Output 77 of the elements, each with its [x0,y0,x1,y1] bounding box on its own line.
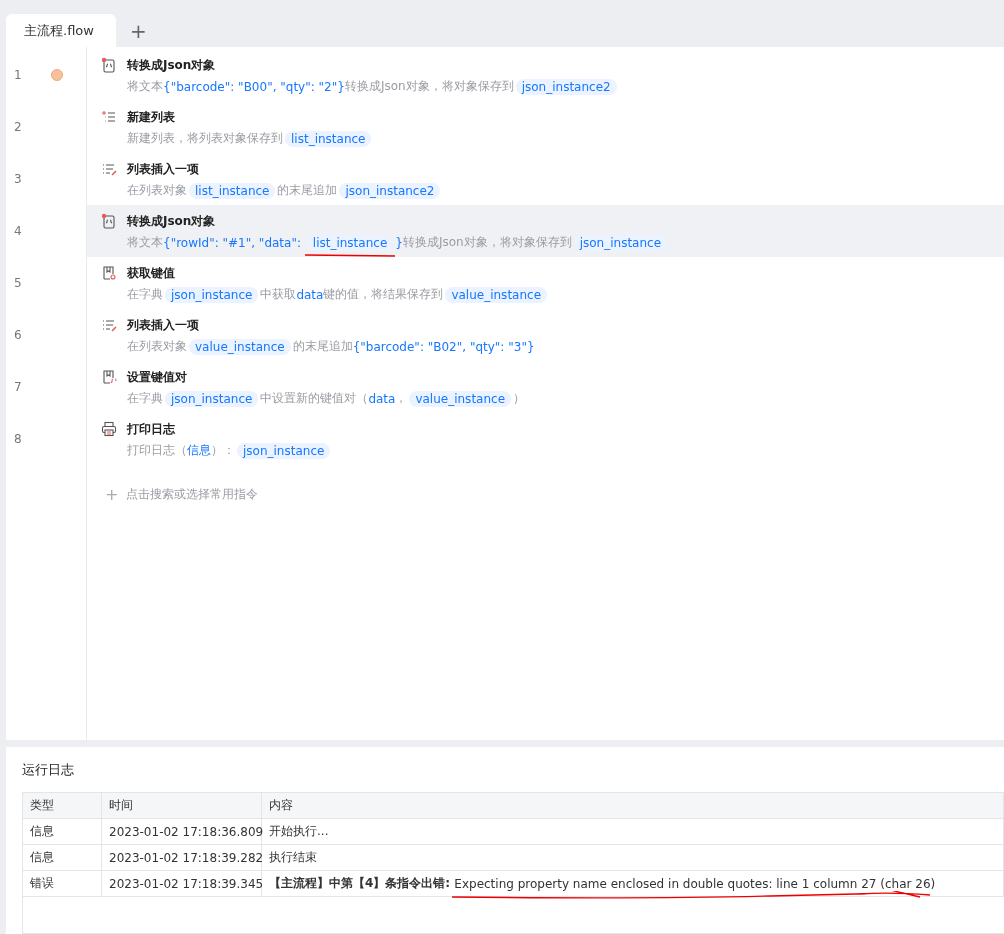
description-text: 打印日志（ [127,442,187,460]
variable-tag: json_instance [165,390,259,407]
variable-tag: json_instance2 [339,182,441,199]
variable-tag: value_instance [189,338,291,355]
line-number: 8 [13,432,23,447]
description-text: 在列表对象 [127,182,187,200]
step-title: 打印日志 [127,421,176,439]
description-text: 在字典 [127,286,163,304]
variable-tag: json_instance [165,286,259,303]
step-title: 转换成Json对象 [127,213,217,231]
line-number: 3 [13,172,23,187]
literal-text: 信息 [187,442,211,460]
log-message: Expecting property name enclosed in double quotes: line 1 column 27 (char 26) [454,876,936,891]
variable-tag: json_instance2 [515,78,617,95]
column-header: 时间 [102,793,262,818]
breakpoint-dot[interactable] [51,69,63,82]
file-tab[interactable]: 主流程.flow [6,14,116,48]
line-number: 2 [13,120,23,135]
line-number: 7 [13,380,23,395]
book-search-icon [101,265,117,282]
printer-icon [101,421,117,438]
literal-text: } [395,235,403,250]
table-cell: 2023-01-02 17:18:39.345 [102,871,262,896]
list-edit-icon [101,161,117,178]
description-text: 在字典 [127,390,163,408]
variable-tag: value_instance [409,390,512,407]
add-tab-button[interactable]: + [115,14,161,48]
table-cell: 2023-01-02 17:18:39.282 [102,845,262,870]
variable-tag: json_instance [237,442,331,459]
table-cell: 2023-01-02 17:18:36.809 [102,819,262,844]
description-text: 的末尾追加 [292,338,353,356]
literal-text: {"barcode": "B02", "qty": "3"} [352,339,535,354]
description-text: ） [513,390,526,408]
step-title: 新建列表 [127,109,176,127]
table-cell: 错误 [23,871,102,896]
column-header: 类型 [23,793,102,818]
line-number: 4 [13,224,23,239]
literal-text: {"rowId": "#1", "data": [163,235,302,250]
step-row[interactable]: 转换成Json对象 将文本{"rowId": "#1", "data": list_instance }转换成Json对象，将对象保存到 json_instance [87,205,1004,258]
step-title: 列表插入一项 [127,317,200,335]
description-text: 将文本 [127,234,163,252]
description-text: 新建列表，将列表对象保存到 [127,130,283,148]
description-text: 的末尾追加 [277,182,338,200]
log-message: 【主流程】中第【4】条指令出错: [269,875,452,892]
step-title: 获取键值 [127,265,176,283]
list-edit-icon [101,317,117,334]
line-number: 6 [13,328,23,343]
variable-tag: list_instance [285,130,372,147]
literal-text: data [368,391,396,406]
description-text: ， [395,390,408,408]
line-number: 5 [13,276,23,291]
variable-tag: json_instance [573,234,668,251]
variable-tag: value_instance [445,286,548,303]
description-text: 中设置新的键值对（ [260,390,369,408]
line-number: 1 [13,68,23,83]
table-cell: 信息 [23,819,102,844]
description-text: 转换成Json对象，将对象保存到 [344,78,514,96]
description-text: 在列表对象 [127,338,187,356]
json-document-icon [101,213,117,230]
literal-text: {"barcode": "B00", "qty": "2"} [163,79,345,94]
description-text: 将文本 [127,78,163,96]
variable-tag: list_instance [189,182,276,199]
description-text: ）： [211,442,235,460]
column-header: 内容 [262,793,1004,818]
description-text: 中获取 [260,286,297,304]
step-title: 列表插入一项 [127,161,200,179]
description-text: 转换成Json对象，将对象保存到 [402,234,572,252]
log-message: 开始执行... [269,823,329,840]
log-title: 运行日志 [22,761,75,779]
step-title: 设置键值对 [127,369,188,387]
book-braces-icon [101,369,117,386]
table-cell: 信息 [23,845,102,870]
step-title: 转换成Json对象 [127,57,217,75]
literal-text: data [296,287,324,302]
log-message: 执行结束 [269,849,317,866]
description-text: 键的值，将结果保存到 [323,286,444,304]
json-document-icon [101,57,117,74]
